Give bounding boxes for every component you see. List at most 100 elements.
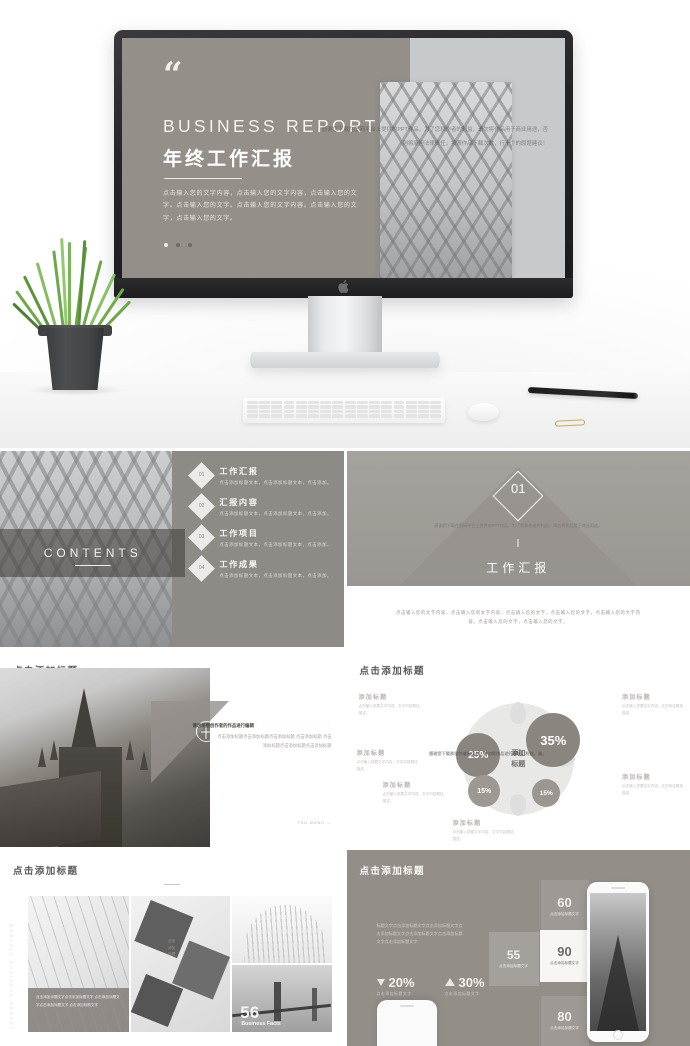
contents-underline <box>74 565 111 566</box>
imac-monitor: “ BUSINESS REPORT 年终工作汇报 点击输入您的文字内容，点击输入… <box>114 30 573 298</box>
divider-caption-area: 点击输入您的文字内容，点击输入您的文字内容，点击输入您的文字。点击输入您的文字，… <box>346 586 690 648</box>
callout-heading: 添加标题 <box>622 695 651 702</box>
tile-label: 点击添加标题文字 <box>499 963 528 968</box>
photo-cubes[interactable] <box>131 895 231 1032</box>
bubble-15-b[interactable]: 15% <box>532 779 561 808</box>
callout-heading: 添加标题 <box>382 783 412 790</box>
slide-photo-grid[interactable]: 点击添加标题 MONTHLY BUSINESS REPORT 点击添加标题文字点… <box>0 849 344 1046</box>
kpi-down[interactable]: 20% 点击添加标题文字 <box>376 974 415 997</box>
phone-speaker <box>399 1004 414 1007</box>
phone-speaker <box>610 886 625 889</box>
dotted-rule: · · · · · · · · · · · · <box>248 721 332 726</box>
contents-label: CONTENTS <box>43 546 142 560</box>
callout-desc: 点击输入您要文字内容，文字内容概括描述。 <box>622 784 684 795</box>
list-item[interactable]: 03 工作项目 点击添加标题文本，点击添加标题文本，点击添加。 <box>188 524 335 552</box>
monitor-neck <box>308 296 382 358</box>
kpi-row: 20% 点击添加标题文字 30% 点击添加标题文字 <box>376 974 485 997</box>
slide-phone-stats[interactable]: 点击添加标题 标题文字点击添加标题文字点击添加标题文字点击添加标题文字点击添加标… <box>346 849 690 1046</box>
mouse[interactable] <box>468 403 499 421</box>
stat-tile-55[interactable]: 55 点击添加标题文字 <box>488 931 539 986</box>
callout-heading: 添加标题 <box>622 775 651 782</box>
slide-infographic[interactable]: 点击添加标题 35% 25% 15% 15% 添加 标题 添加标题 点击输入您要… <box>346 650 690 847</box>
callout[interactable]: 添加标题 点击输入您要文字内容，文字内容概括描述。 <box>453 818 515 842</box>
list-item[interactable]: 01 工作汇报 点击添加标题文本，点击添加标题文本，点击添加。 <box>188 462 335 489</box>
monitor-screen[interactable]: “ BUSINESS REPORT 年终工作汇报 点击输入您的文字内容，点击输入… <box>122 38 565 278</box>
slide-thumbnail-grid: CONTENTS 01 工作汇报 点击添加标题文本，点击添加标题文本，点击添加。… <box>0 448 690 1046</box>
contents-item-heading: 汇报内容 <box>219 498 259 508</box>
title-slide-chinese-title: 年终工作汇报 <box>163 149 296 170</box>
monitor-chin <box>114 278 573 298</box>
cathedral-footer: TSN MONO — <box>297 820 332 825</box>
contents-item-heading: 工作成果 <box>219 560 259 570</box>
page-title: 点击添加标题 <box>13 865 79 877</box>
contents-number-diamond: 01 <box>188 462 216 489</box>
callout-desc: 点击输入您要文字内容，文字内容概括描述。 <box>452 830 514 841</box>
stat-tile-90[interactable]: 90 点击添加标题文字 <box>539 929 590 982</box>
potted-plant <box>12 238 132 396</box>
photo-collage: 点击添加标题文字点击添加标题文字 点击添加标题文字点击添加标题文字 点击添加标题… <box>28 895 332 1032</box>
slide-progress-dots[interactable] <box>164 243 192 247</box>
tile-value: 60 <box>557 895 572 911</box>
title-slide-body-text: 点击输入您的文字内容，点击输入您的文字内容，点击输入您的文字。点击输入您的文字。… <box>163 191 358 222</box>
hero-desk-photo: “ BUSINESS REPORT 年终工作汇报 点击输入您的文字内容，点击输入… <box>0 0 690 448</box>
callout-heading: 添加标题 <box>356 751 386 758</box>
tile-value: 55 <box>506 947 521 962</box>
divider-body-text: 点击输入您的文字内容，点击输入您的文字内容，点击输入您的文字。点击输入您的文字，… <box>395 609 641 624</box>
tile-label: 点击添加标题文字 <box>550 961 579 966</box>
callout-heading: 添加标题 <box>358 695 388 702</box>
callout[interactable]: 添加标题 点击输入您要文字内容，文字内容概括描述。 <box>359 692 421 716</box>
quote-mark-icon: “ <box>163 55 183 95</box>
contents-list: 01 工作汇报 点击添加标题文本，点击添加标题文本，点击添加。 02 汇报内容 … <box>188 462 335 590</box>
tile-label: 点击添加标题文字 <box>550 1026 579 1031</box>
callout[interactable]: 添加标题 点击输入您要文字内容，文字内容概括描述。 <box>357 748 419 772</box>
stat-tile-60[interactable]: 60 点击添加标题文字 <box>540 879 589 934</box>
photo-bridge[interactable]: 56 Business Facts <box>232 964 332 1032</box>
bridge-pylon <box>273 982 281 1022</box>
contents-item-desc: 点击添加标题文本，点击添加标题文本，点击添加。 <box>219 511 332 517</box>
callout-desc: 点击输入您要文字内容，文字内容概括描述。 <box>382 792 444 803</box>
title-slide: “ BUSINESS REPORT 年终工作汇报 点击输入您的文字内容，点击输入… <box>122 38 565 278</box>
petal-shape <box>510 702 527 725</box>
cathedral-body-text: 点击添加标题点击添加标题点击添加标题 点击添加标题 点击添加标题点击添加标题点击… <box>217 734 332 748</box>
photo-caption: 点击添加标题文字点击添加标题文字 点击添加标题文字点击添加标题文字 点击添加标题… <box>28 988 130 1032</box>
stat-tile-80[interactable]: 80 点击添加标题文字 <box>540 995 589 1046</box>
divider-watermark: 感谢您下载在图网平台上提供的PPT作品，为了您和作者的利益，请勿将作品用于商业用… <box>434 523 603 528</box>
slide-contents[interactable]: CONTENTS 01 工作汇报 点击添加标题文本，点击添加标题文本，点击添加。… <box>0 451 344 648</box>
callout[interactable]: 添加标题 点击输入您要文字内容，文字内容概括描述。 <box>383 780 445 804</box>
contents-number: 03 <box>199 534 205 541</box>
contents-number: 04 <box>199 565 205 572</box>
slide-section-divider[interactable]: 感谢您下载在图网平台上提供的PPT作品，为了您和作者的利益，请勿将作品用于商业用… <box>346 451 690 648</box>
lattice-ceiling-photo <box>380 82 512 278</box>
title-underline <box>163 883 180 886</box>
monitor-bezel: “ BUSINESS REPORT 年终工作汇报 点击输入您的文字内容，点击输入… <box>114 30 573 298</box>
eiffel-tower-shape <box>596 934 639 1031</box>
contents-item-heading: 工作汇报 <box>219 467 259 476</box>
callout[interactable]: 添加标题 点击输入您要文字内容，文字内容概括描述。 <box>622 692 684 716</box>
vertical-label: MONTHLY BUSINESS REPORT <box>9 923 13 1032</box>
contents-label-band: CONTENTS <box>0 529 186 577</box>
list-item[interactable]: 02 汇报内容 点击添加标题文本，点击添加标题文本，点击添加。 <box>188 493 335 521</box>
photo-paper-fan[interactable] <box>232 895 332 963</box>
title-divider-rule <box>164 178 242 179</box>
arrow-down-icon <box>376 978 385 986</box>
phone-mockup-secondary <box>376 999 437 1046</box>
list-item[interactable]: 04 工作成果 点击添加标题文本，点击添加标题文本，点击添加。 <box>188 555 335 583</box>
plant-pot <box>45 328 105 390</box>
keyboard[interactable] <box>243 398 445 423</box>
contents-number: 01 <box>199 471 205 478</box>
kpi-up[interactable]: 30% 点击添加标题文字 <box>444 974 485 997</box>
photo-architecture-lines[interactable]: 点击添加标题文字点击添加标题文字 点击添加标题文字点击添加标题文字 点击添加标题… <box>28 895 130 1032</box>
divider-tick <box>517 539 519 547</box>
kpi-value: 20% <box>388 974 415 990</box>
cathedral-nave <box>0 770 101 847</box>
tile-value: 80 <box>557 1009 572 1025</box>
monitor-foot <box>250 352 440 368</box>
page-title: 点击添加标题 <box>359 865 425 877</box>
kpi-value: 30% <box>458 974 485 990</box>
tile-value: 90 <box>557 944 572 960</box>
phone-screen-photo <box>589 892 646 1031</box>
stat-label: Business Facts <box>241 1020 281 1027</box>
slide-cathedral[interactable]: 点击添加标题 请勿将原创作者的作品进行编辑 · · · · · · · · · … <box>0 650 344 847</box>
callout[interactable]: 添加标题 点击输入您要文字内容，文字内容概括描述。 <box>622 772 684 796</box>
divider-photo: 感谢您下载在图网平台上提供的PPT作品，为了您和作者的利益，请勿将作品用于商业用… <box>346 451 690 587</box>
